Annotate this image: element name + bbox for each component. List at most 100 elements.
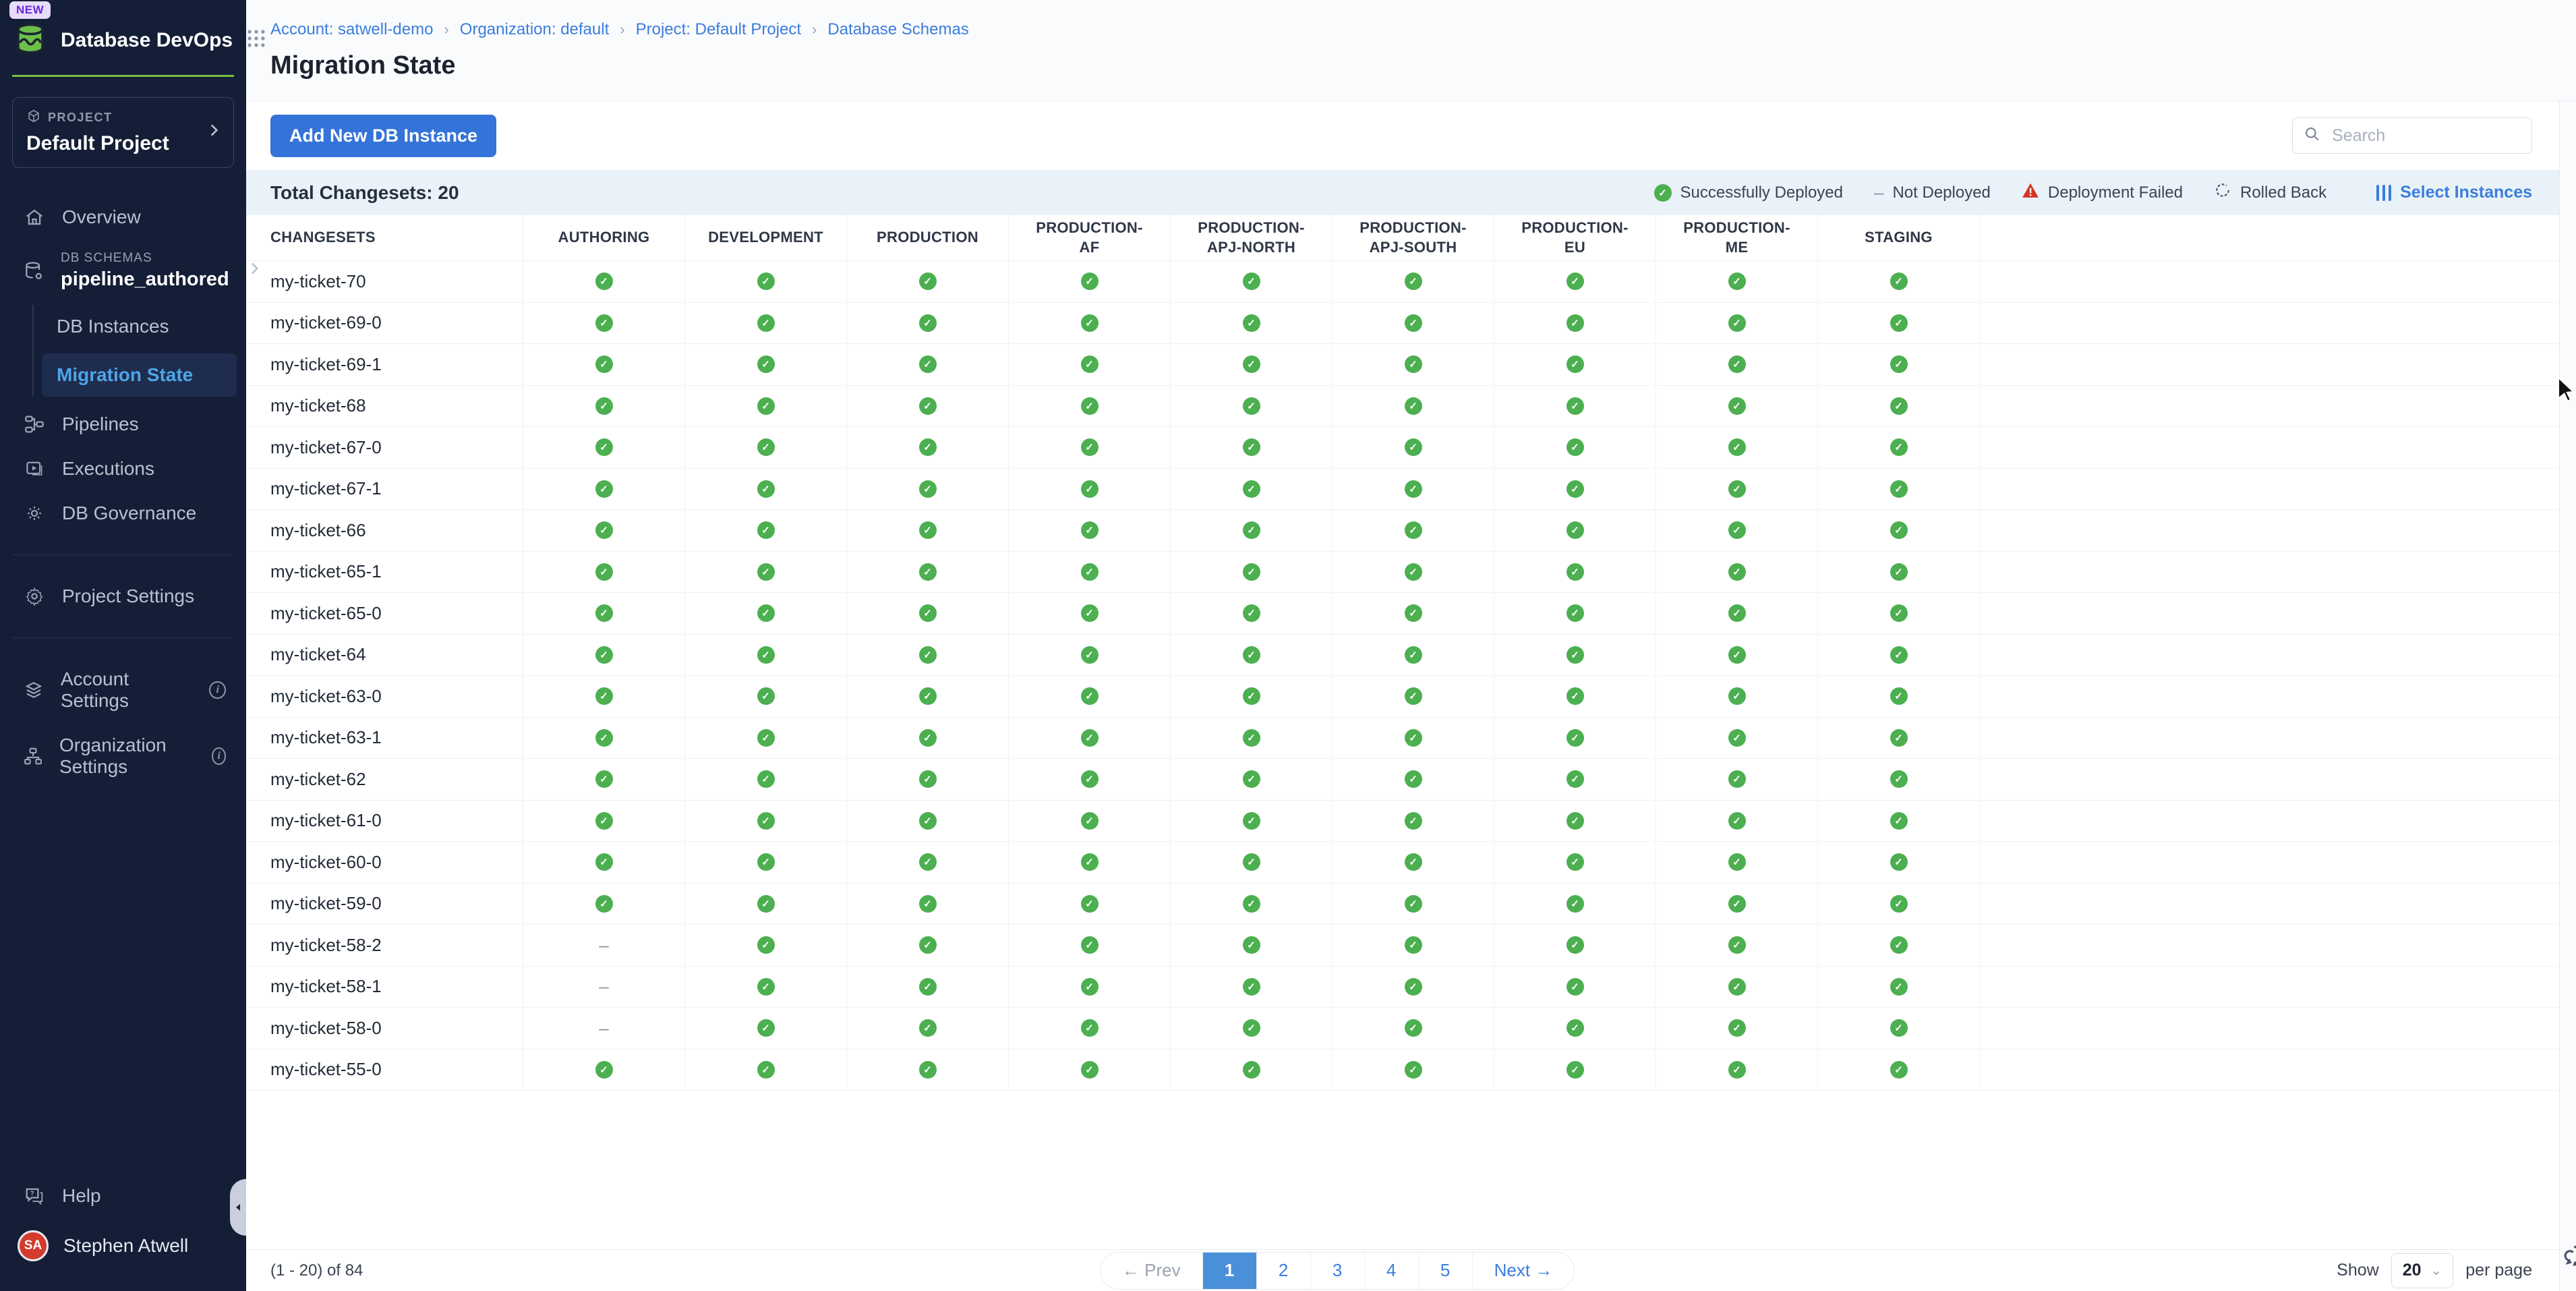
status-cell: ✓ xyxy=(1008,303,1170,344)
chevron-right-icon xyxy=(245,260,263,282)
db-schemas-label: DB SCHEMAS xyxy=(61,251,229,266)
status-cell: ✓ xyxy=(1170,386,1332,427)
status-cell: ✓ xyxy=(1170,967,1332,1008)
deployed-check-icon: ✓ xyxy=(1081,1019,1099,1037)
app-grid-icon[interactable] xyxy=(245,27,268,53)
sidebar-item-help[interactable]: ? Help xyxy=(0,1174,246,1218)
page-button[interactable]: 4 xyxy=(1365,1253,1419,1289)
deployed-check-icon: ✓ xyxy=(1567,397,1584,415)
status-cell: ✓ xyxy=(1656,967,1817,1008)
next-page-button[interactable]: Next → xyxy=(1473,1253,1575,1289)
deployed-check-icon: ✓ xyxy=(595,438,613,456)
status-cell: ✓ xyxy=(1332,552,1494,593)
deployed-check-icon: ✓ xyxy=(757,480,775,498)
status-cell: ✓ xyxy=(1656,303,1817,344)
sidebar-item-db-schemas[interactable]: DB SCHEMAS pipeline_authored xyxy=(0,239,246,302)
sidebar-item-organization-settings[interactable]: Organization Settings i xyxy=(0,723,246,789)
total-changesets: Total Changesets: 20 xyxy=(270,182,459,204)
sidebar-item-project-settings[interactable]: Project Settings xyxy=(0,574,246,619)
table-row: my-ticket-68✓✓✓✓✓✓✓✓✓ xyxy=(246,386,2559,428)
status-cell: ✓ xyxy=(1817,386,1979,427)
select-instances-button[interactable]: Select Instances xyxy=(2376,183,2532,202)
sidebar-item-migration-state[interactable]: Migration State xyxy=(42,353,237,397)
sidebar-item-pipelines[interactable]: Pipelines xyxy=(0,402,246,447)
breadcrumb-database-schemas[interactable]: Database Schemas xyxy=(827,20,968,39)
sidebar-item-db-instances[interactable]: DB Instances xyxy=(34,305,246,348)
breadcrumb-project[interactable]: Project: Default Project xyxy=(636,20,801,39)
table-row: my-ticket-61-0✓✓✓✓✓✓✓✓✓ xyxy=(246,801,2559,842)
deployed-check-icon: ✓ xyxy=(919,480,937,498)
status-cell: – xyxy=(523,925,684,966)
deployed-check-icon: ✓ xyxy=(757,1061,775,1079)
deployed-check-icon: ✓ xyxy=(919,314,937,332)
changeset-name: my-ticket-62 xyxy=(246,759,523,800)
search-input[interactable] xyxy=(2331,125,2521,146)
changeset-name: my-ticket-70 xyxy=(246,261,523,302)
prev-page-button[interactable]: ← Prev xyxy=(1101,1253,1203,1289)
status-cell: ✓ xyxy=(1170,635,1332,676)
deployed-check-icon: ✓ xyxy=(1243,480,1260,498)
deployed-check-icon: ✓ xyxy=(1081,729,1099,747)
deployed-check-icon: ✓ xyxy=(1728,853,1746,871)
deployed-check-icon: ✓ xyxy=(1890,770,1908,788)
breadcrumb-account[interactable]: Account: satwell-demo xyxy=(270,20,433,39)
deployed-check-icon: ✓ xyxy=(1728,978,1746,996)
status-cell: ✓ xyxy=(684,759,846,800)
status-cell: ✓ xyxy=(1008,925,1170,966)
page-size-select[interactable]: 20 ⌄ xyxy=(2391,1253,2454,1288)
deployed-check-icon: ✓ xyxy=(1081,314,1099,332)
deployed-check-icon: ✓ xyxy=(919,770,937,788)
status-cell: ✓ xyxy=(684,427,846,468)
status-cell: ✓ xyxy=(1817,261,1979,302)
deployed-check-icon: ✓ xyxy=(919,604,937,622)
status-cell: ✓ xyxy=(684,884,846,925)
schema-sub-nav: DB Instances Migration State xyxy=(32,305,246,397)
sidebar-item-executions[interactable]: Executions xyxy=(0,447,246,491)
breadcrumb-organization[interactable]: Organization: default xyxy=(460,20,609,39)
page-button[interactable]: 2 xyxy=(1257,1253,1311,1289)
status-cell: ✓ xyxy=(523,593,684,634)
deployed-check-icon: ✓ xyxy=(1243,563,1260,581)
deployed-check-icon: ✓ xyxy=(1728,314,1746,332)
status-cell: ✓ xyxy=(523,718,684,759)
sidebar-item-account-settings[interactable]: Account Settings i xyxy=(0,657,246,723)
changeset-name: my-ticket-58-2 xyxy=(246,925,523,966)
deployed-check-icon: ✓ xyxy=(757,521,775,539)
avatar: SA xyxy=(18,1230,49,1261)
sidebar-collapse-handle[interactable] xyxy=(230,1179,246,1236)
deployed-check-icon: ✓ xyxy=(919,563,937,581)
sidebar-item-db-governance[interactable]: DB Governance xyxy=(0,491,246,536)
status-cell: ✓ xyxy=(1008,552,1170,593)
support-chat-icon[interactable] xyxy=(2563,1240,2576,1275)
deployed-check-icon: ✓ xyxy=(757,978,775,996)
changeset-name: my-ticket-65-1 xyxy=(246,552,523,593)
deployed-check-icon: ✓ xyxy=(919,438,937,456)
status-cell: ✓ xyxy=(1656,925,1817,966)
sidebar-item-overview[interactable]: Overview xyxy=(0,195,246,239)
search-box[interactable] xyxy=(2292,117,2532,154)
deployed-check-icon: ✓ xyxy=(595,563,613,581)
status-cell: ✓ xyxy=(1817,635,1979,676)
status-cell: ✓ xyxy=(1656,842,1817,883)
user-menu[interactable]: SA Stephen Atwell xyxy=(0,1218,246,1273)
page-button[interactable]: 3 xyxy=(1311,1253,1365,1289)
add-db-instance-button[interactable]: Add New DB Instance xyxy=(270,115,496,157)
page-title: Migration State xyxy=(270,51,2576,80)
status-cell: ✓ xyxy=(846,303,1008,344)
status-cell: ✓ xyxy=(684,386,846,427)
sidebar-item-label: Pipelines xyxy=(62,413,139,435)
deployed-check-icon: ✓ xyxy=(1567,438,1584,456)
page-button[interactable]: 1 xyxy=(1203,1253,1257,1289)
deployed-check-icon: ✓ xyxy=(1567,729,1584,747)
status-cell: ✓ xyxy=(846,676,1008,717)
status-cell: ✓ xyxy=(523,427,684,468)
deployed-check-icon: ✓ xyxy=(1567,563,1584,581)
status-cell: ✓ xyxy=(523,510,684,551)
row-filler xyxy=(1979,676,2559,717)
deployed-check-icon: ✓ xyxy=(1567,604,1584,622)
status-cell: ✓ xyxy=(1332,718,1494,759)
project-selector[interactable]: PROJECT Default Project xyxy=(12,97,234,168)
deployed-check-icon: ✓ xyxy=(1081,895,1099,913)
page-button[interactable]: 5 xyxy=(1419,1253,1473,1289)
brand-name: Database DevOps xyxy=(61,29,233,52)
